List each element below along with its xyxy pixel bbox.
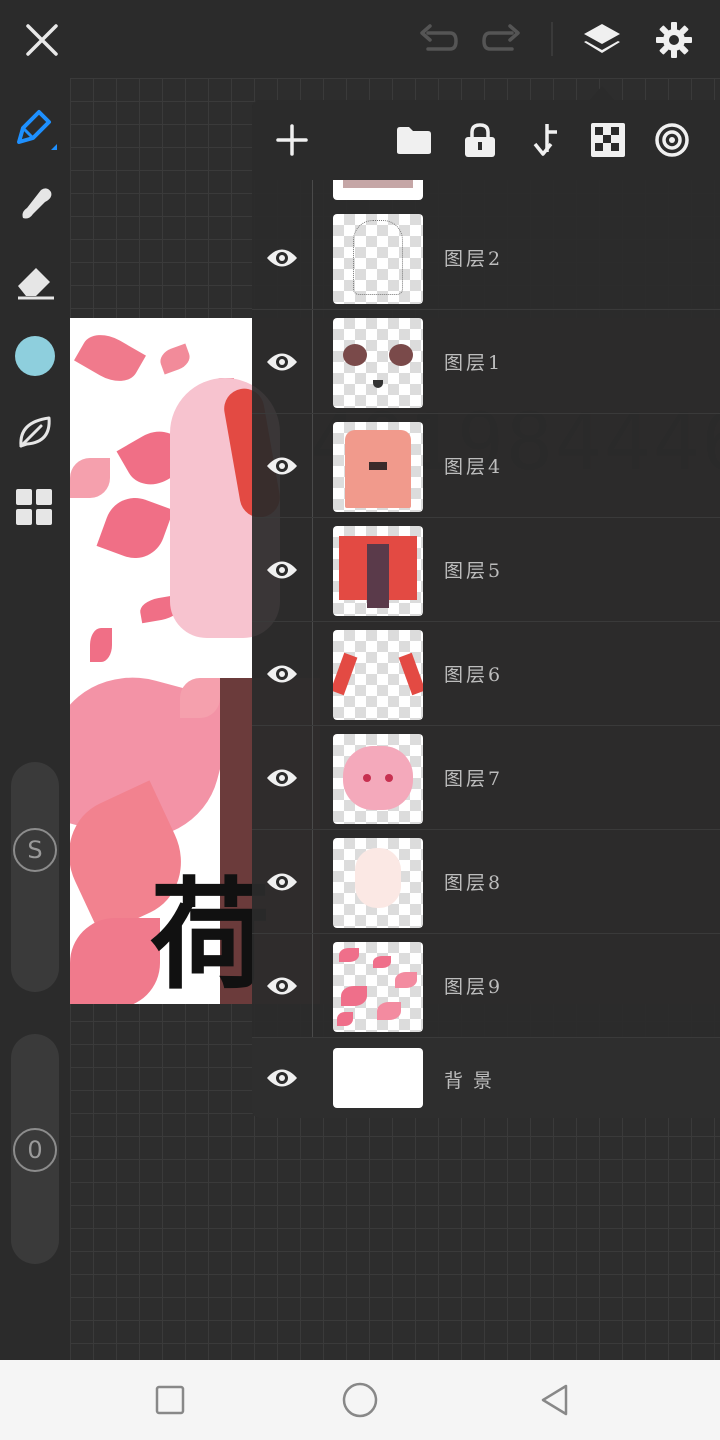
lock-icon[interactable] — [454, 114, 506, 166]
back-icon[interactable] — [532, 1378, 576, 1422]
layer-row[interactable]: 图层4 — [252, 414, 720, 518]
folder-icon[interactable] — [388, 114, 440, 166]
eye-icon[interactable] — [258, 752, 306, 804]
left-toolbar: S 0 — [0, 78, 70, 1360]
eye-icon[interactable] — [258, 336, 306, 388]
layer-name: 图层4 — [444, 456, 504, 478]
undo-icon[interactable] — [412, 14, 464, 66]
close-icon[interactable] — [16, 14, 68, 66]
layer-name: 图层2 — [444, 248, 504, 270]
layer-row[interactable]: 图层5 — [252, 518, 720, 622]
opacity-knob[interactable]: 0 — [13, 1128, 57, 1172]
checker-icon[interactable] — [582, 114, 634, 166]
eye-icon[interactable] — [258, 440, 306, 492]
layer-thumbnail — [333, 838, 423, 928]
eye-icon[interactable] — [258, 960, 306, 1012]
layer-name: 背景 — [444, 1070, 503, 1092]
pen-icon[interactable] — [9, 102, 61, 154]
app-root: 4019844465 荷 S 0 — [0, 0, 720, 1440]
eraser-icon[interactable] — [9, 254, 61, 306]
layer-thumbnail — [333, 526, 423, 616]
top-bar — [0, 0, 720, 78]
system-nav-bar — [0, 1360, 720, 1440]
layer-name: 图层6 — [444, 664, 504, 686]
layers-panel: 图层2 图层1 图层4 图层5 图层6 图层7 图层8 图层9 背景 — [252, 100, 720, 1118]
layer-thumbnail — [333, 318, 423, 408]
gear-icon[interactable] — [648, 14, 700, 66]
merge-down-icon[interactable] — [518, 114, 570, 166]
layer-thumbnail — [333, 1048, 423, 1108]
layer-row[interactable]: 图层2 — [252, 206, 720, 310]
panel-pointer — [590, 86, 614, 100]
layer-thumbnail — [333, 180, 423, 200]
eye-icon[interactable] — [258, 856, 306, 908]
layers-toolbar — [252, 100, 720, 180]
recent-apps-icon[interactable] — [148, 1378, 192, 1422]
eye-icon[interactable] — [258, 232, 306, 284]
color-swatch[interactable] — [9, 330, 61, 382]
materials-grid-icon[interactable] — [9, 482, 61, 534]
layer-row-background[interactable]: 背景 — [252, 1038, 720, 1118]
layer-row[interactable]: 图层1 — [252, 310, 720, 414]
layer-name: 图层1 — [444, 352, 504, 374]
layer-thumbnail — [333, 422, 423, 512]
leaf-brush-icon[interactable] — [9, 406, 61, 458]
eye-icon[interactable] — [258, 648, 306, 700]
redo-icon[interactable] — [476, 14, 528, 66]
layer-name: 图层9 — [444, 976, 504, 998]
layer-thumbnail — [333, 942, 423, 1032]
eye-icon[interactable] — [258, 544, 306, 596]
layer-thumbnail — [333, 734, 423, 824]
brush-size-slider[interactable] — [11, 762, 59, 992]
brush-size-knob[interactable]: S — [13, 828, 57, 872]
eye-icon[interactable] — [258, 1052, 306, 1104]
layer-row[interactable]: 图层7 — [252, 726, 720, 830]
layer-name: 图层5 — [444, 560, 504, 582]
layers-icon[interactable] — [576, 14, 628, 66]
toolbar-divider — [551, 22, 553, 56]
layer-row[interactable]: 图层9 — [252, 934, 720, 1038]
home-icon[interactable] — [338, 1378, 382, 1422]
layer-thumbnail — [333, 630, 423, 720]
layer-name: 图层8 — [444, 872, 504, 894]
smudge-icon[interactable] — [9, 178, 61, 230]
layer-thumbnail — [333, 214, 423, 304]
layer-row[interactable]: 图层6 — [252, 622, 720, 726]
reference-icon[interactable] — [646, 114, 698, 166]
layer-row[interactable]: 图层8 — [252, 830, 720, 934]
layer-name: 图层7 — [444, 768, 504, 790]
add-icon[interactable] — [266, 114, 318, 166]
